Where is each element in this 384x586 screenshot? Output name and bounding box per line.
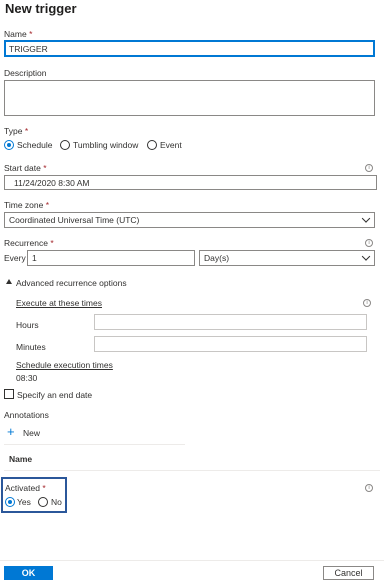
time-zone-label: Time zone * [4,200,49,210]
panel-title: New trigger [5,1,77,16]
section-divider [4,470,380,471]
type-radio-schedule[interactable] [4,140,14,150]
required-marker: * [50,238,54,248]
type-label-text: Type [4,126,23,136]
required-marker: * [24,126,29,136]
annotations-name-header: Name [9,454,33,464]
type-radio-event[interactable] [147,140,157,150]
time-zone-select[interactable]: Coordinated Universal Time (UTC) [4,212,375,228]
name-label-text: Name [4,29,27,39]
plus-icon: + [7,424,15,439]
schedule-execution-value: 08:30 [16,373,38,383]
name-label: Name * [4,29,32,39]
recurrence-interval-input[interactable]: 1 [27,250,195,266]
advanced-options-toggle[interactable]: Advanced recurrence options [16,278,127,288]
chevron-down-icon [361,252,371,261]
ok-button[interactable]: OK [4,566,53,580]
start-date-info-icon[interactable]: i [365,164,373,172]
activated-option-yes: Yes [17,497,31,507]
time-zone-label-text: Time zone [4,200,44,210]
activated-label-text: Activated [5,483,40,493]
end-date-checkbox[interactable] [4,389,14,399]
start-date-label-text: Start date [4,163,41,173]
annotations-divider [4,444,185,445]
type-radio-group: Schedule Tumbling window Event [4,139,204,151]
activated-info-icon[interactable]: i [365,484,373,492]
recurrence-interval-value: 1 [32,253,37,263]
required-marker: * [43,163,47,173]
type-option-tumbling: Tumbling window [73,140,139,150]
time-zone-value: Coordinated Universal Time (UTC) [9,215,140,225]
description-label: Description [4,68,47,78]
every-label: Every [4,253,26,263]
execute-times-label: Execute at these times [16,298,102,308]
activated-radio-no[interactable] [38,497,48,507]
end-date-label: Specify an end date [17,390,93,400]
execute-times-info-icon[interactable]: i [363,299,371,307]
footer-divider [0,560,384,561]
recurrence-info-icon[interactable]: i [365,239,373,247]
type-option-event: Event [160,140,182,150]
activated-label: Activated * [5,483,46,493]
recurrence-label: Recurrence * [4,238,54,248]
required-marker: * [29,29,33,39]
activated-radio-yes[interactable] [5,497,15,507]
start-date-input[interactable]: 11/24/2020 8:30 AM [4,175,377,190]
annotations-label: Annotations [4,410,49,420]
hours-input[interactable] [94,314,367,330]
minutes-input[interactable] [94,336,367,352]
recurrence-unit-select[interactable]: Day(s) [199,250,375,266]
name-input[interactable]: TRIGGER [4,40,375,57]
minutes-label: Minutes [16,342,46,352]
schedule-execution-label: Schedule execution times [16,360,113,370]
cancel-button[interactable]: Cancel [323,566,374,580]
required-marker: * [42,483,46,493]
name-input-value: TRIGGER [9,43,48,54]
type-label: Type * [4,126,28,136]
chevron-down-icon [361,214,371,223]
collapse-triangle-icon[interactable] [6,279,12,284]
recurrence-label-text: Recurrence [4,238,48,248]
recurrence-unit-value: Day(s) [204,253,230,263]
activated-option-no: No [51,497,62,507]
start-date-value: 11/24/2020 8:30 AM [14,177,90,188]
type-option-schedule: Schedule [17,140,53,150]
description-textarea[interactable] [4,80,375,116]
type-radio-tumbling[interactable] [60,140,70,150]
required-marker: * [45,200,50,210]
new-annotation-label: New [23,428,41,438]
hours-label: Hours [16,320,39,330]
start-date-label: Start date * [4,163,47,173]
